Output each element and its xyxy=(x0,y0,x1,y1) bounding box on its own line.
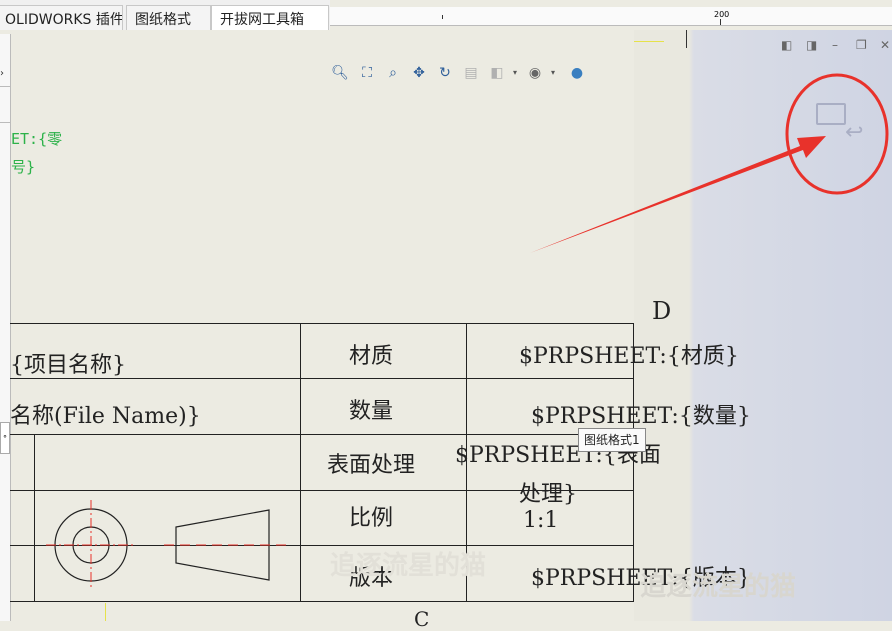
highlight-circle xyxy=(785,73,889,195)
annotation-arrow xyxy=(530,136,826,253)
annotation-overlay xyxy=(530,73,889,253)
